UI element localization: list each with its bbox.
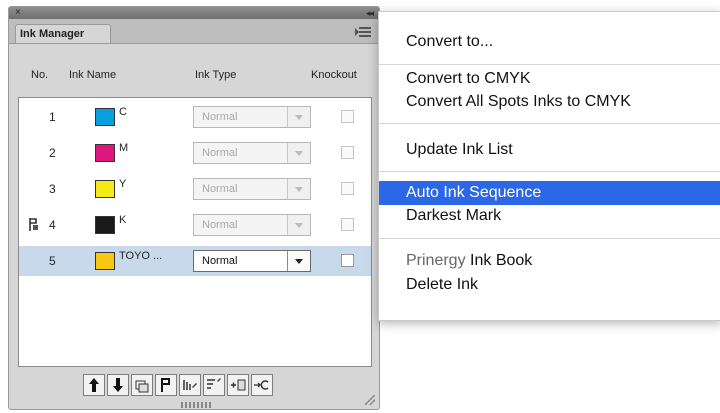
ink-list[interactable]: 1 C Normal 2 M Normal 3 Y Normal 4 K Nor… [18,97,372,367]
sequence-icon[interactable] [155,374,177,396]
ink-row[interactable]: 2 M Normal [19,138,371,168]
ink-name: M [119,142,129,154]
ink-type-select[interactable]: Normal [193,142,311,164]
panel-context-menu: Convert to... Convert to CMYK Convert Al… [378,11,720,321]
ink-swatch [95,252,115,270]
menu-item-ink-book[interactable]: Prinergy Ink Book [379,249,720,273]
chevron-down-icon[interactable] [287,107,310,127]
chevron-down-icon[interactable] [287,251,310,271]
collapse-icon[interactable]: ◂◂ [366,7,374,19]
ink-row[interactable]: 1 C Normal [19,102,371,132]
panel-title-bar[interactable]: × ◂◂ [9,7,379,19]
menu-item-delete-ink[interactable]: Delete Ink [379,273,720,297]
knockout-checkbox[interactable] [341,182,354,195]
ink-type-value: Normal [202,111,238,123]
ink-name: K [119,214,127,226]
ink-type-value: Normal [202,255,238,267]
ink-name: Y [119,178,127,190]
menu-item-convert-all[interactable]: Convert All Spots Inks to CMYK [379,90,720,114]
ink-type-select[interactable]: Normal [193,250,311,272]
sequence-marker-icon [29,218,38,231]
knockout-checkbox[interactable] [341,110,354,123]
menu-item-darkest-mark[interactable]: Darkest Mark [379,204,720,228]
ink-type-select[interactable]: Normal [193,214,311,236]
ink-swatch [95,144,115,162]
resize-handle[interactable] [181,402,211,408]
sort-icon[interactable] [203,374,225,396]
knockout-checkbox[interactable] [341,146,354,159]
menu-divider [379,238,720,239]
move-up-icon[interactable] [83,374,105,396]
ink-book-prefix: Prinergy [406,252,466,269]
menu-divider [379,171,720,172]
tab-row: Ink Manager [9,19,379,44]
move-down-icon[interactable] [107,374,129,396]
ink-book-icon[interactable] [179,374,201,396]
chevron-down-icon[interactable] [287,215,310,235]
ink-type-select[interactable]: Normal [193,178,311,200]
column-header-knockout: Knockout [311,69,357,81]
ink-number: 3 [49,182,56,196]
resize-grip-icon[interactable] [365,395,375,405]
ink-type-value: Normal [202,183,238,195]
menu-item-update-ink-list[interactable]: Update Ink List [379,138,720,162]
ink-number: 2 [49,146,56,160]
knockout-checkbox[interactable] [341,254,354,267]
convert-icon[interactable] [251,374,273,396]
column-header-ink-name: Ink Name [69,69,117,81]
column-header-no: No. [31,69,49,81]
ink-row[interactable]: 3 Y Normal [19,174,371,204]
chevron-down-icon[interactable] [287,179,310,199]
menu-item-convert-to[interactable]: Convert to... [379,30,720,54]
new-ink-icon[interactable] [227,374,249,396]
ink-swatch [95,216,115,234]
menu-item-auto-ink-sequence[interactable]: Auto Ink Sequence [379,181,720,205]
ink-manager-panel: × ◂◂ Ink Manager No. Ink Name Ink Type K… [8,6,380,410]
ink-number: 5 [49,254,56,268]
ink-type-select[interactable]: Normal [193,106,311,128]
ink-swatch [95,108,115,126]
ink-row[interactable]: 4 K Normal [19,210,371,240]
ink-row-selected[interactable]: 5 TOYO ... Normal [19,246,371,276]
menu-divider [379,64,720,65]
duplicate-icon[interactable] [131,374,153,396]
ink-type-value: Normal [202,147,238,159]
ink-type-value: Normal [202,219,238,231]
ink-name: TOYO ... [119,250,163,262]
tab-ink-manager[interactable]: Ink Manager [15,24,111,43]
knockout-checkbox[interactable] [341,218,354,231]
ink-number: 1 [49,110,56,124]
column-header-ink-type: Ink Type [195,69,237,81]
menu-item-convert-cmyk[interactable]: Convert to CMYK [379,67,720,91]
ink-swatch [95,180,115,198]
ink-book-suffix: Ink Book [465,252,533,269]
menu-divider [379,123,720,124]
chevron-down-icon[interactable] [287,143,310,163]
panel-menu-icon[interactable] [355,26,371,38]
close-icon[interactable]: × [15,7,21,19]
ink-number: 4 [49,218,56,232]
ink-name: C [119,106,127,118]
